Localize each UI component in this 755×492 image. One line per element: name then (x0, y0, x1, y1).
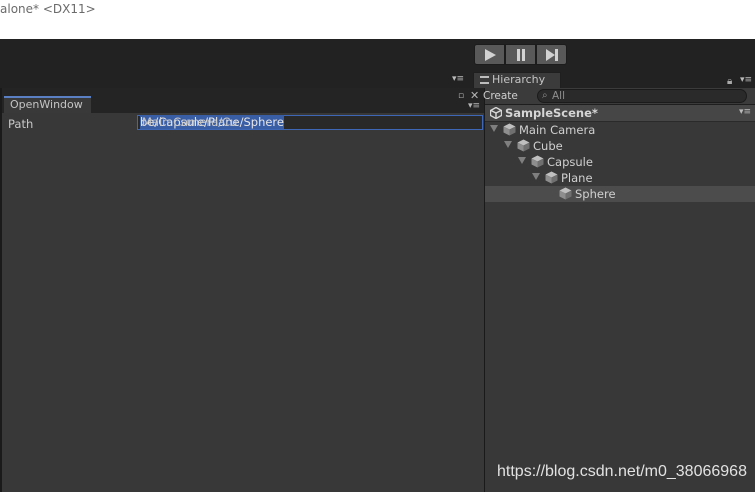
path-label: Path (8, 117, 34, 131)
maximize-icon[interactable]: ▫ (458, 91, 464, 101)
unity-scene-icon (490, 107, 502, 119)
create-dropdown[interactable]: Create (483, 90, 518, 102)
tab-openwindow[interactable]: OpenWindow (4, 96, 91, 113)
hierarchy-item-label: Capsule (547, 155, 593, 169)
gameobject-cube-icon (503, 123, 516, 136)
hierarchy-panel: Hierarchy 🔒︎ ▾≡ Create ⌕ All SampleScene… (473, 72, 755, 492)
expand-arrow-icon[interactable] (532, 173, 540, 180)
gameobject-cube-icon (531, 155, 544, 168)
hierarchy-search-input[interactable]: ⌕ All (537, 89, 747, 103)
hierarchy-item[interactable]: Sphere (485, 186, 755, 202)
watermark: https://blog.csdn.net/m0_38066968 (497, 463, 747, 480)
search-placeholder: All (552, 90, 566, 102)
pause-icon (516, 48, 525, 61)
hierarchy-tree: SampleScene* ▾≡ Main Camera Cube Capsule Pl… (485, 105, 755, 492)
play-button[interactable] (474, 44, 505, 65)
expand-arrow-icon[interactable] (518, 157, 526, 164)
hierarchy-item-label: Main Camera (519, 123, 596, 137)
hierarchy-toolbar: Create ⌕ All (483, 88, 755, 105)
hierarchy-tab-label: Hierarchy (492, 73, 546, 86)
gameobject-cube-icon (559, 187, 572, 200)
path-text-unselected: Main Camera/Cu (142, 115, 238, 129)
hierarchy-item-label: Plane (561, 171, 593, 185)
scene-menu-icon[interactable]: ▾≡ (739, 107, 751, 117)
step-button[interactable] (536, 44, 567, 65)
panel-options-icon[interactable]: ▾≡ (468, 101, 480, 111)
play-icon (484, 48, 496, 61)
hierarchy-item-label: Cube (533, 139, 563, 153)
path-text: Main Camera/Cu be/Capsule/Plane/Sphere (140, 115, 284, 129)
hierarchy-item[interactable]: Capsule (485, 154, 755, 170)
expand-arrow-icon[interactable] (504, 141, 512, 148)
expand-arrow-icon[interactable] (490, 125, 498, 132)
openwindow-content: Path Main Camera/Cu be/Capsule/Plane/Sphe… (2, 113, 484, 492)
window-title: alone* <DX11> (0, 2, 96, 16)
hierarchy-item[interactable]: Cube (485, 138, 755, 154)
openwindow-tabbar: OpenWindow ▫ ✕ ▾≡ (2, 88, 484, 113)
lock-icon[interactable]: 🔒︎ (727, 76, 732, 87)
openwindow-panel: OpenWindow ▫ ✕ ▾≡ Path Main Camera/Cu be/… (0, 88, 484, 492)
gameobject-cube-icon (545, 171, 558, 184)
panel-menu-icon[interactable]: ▾≡ (452, 74, 464, 84)
tab-hierarchy[interactable]: Hierarchy (473, 72, 561, 88)
hierarchy-tab-icon (480, 76, 489, 84)
main-toolbar (0, 39, 755, 72)
gameobject-cube-icon (517, 139, 530, 152)
step-icon (545, 48, 558, 61)
hierarchy-item[interactable]: Main Camera (485, 122, 755, 138)
search-icon: ⌕ (542, 90, 548, 101)
hierarchy-menu-icon[interactable]: ▾≡ (740, 75, 752, 85)
playback-controls (474, 44, 569, 65)
scene-header[interactable]: SampleScene* ▾≡ (485, 105, 755, 122)
pause-button[interactable] (505, 44, 536, 65)
hierarchy-item-label: Sphere (575, 187, 616, 201)
scene-name: SampleScene* (505, 106, 598, 120)
path-text-field[interactable]: Main Camera/Cu be/Capsule/Plane/Sphere (137, 115, 483, 130)
hierarchy-item[interactable]: Plane (485, 170, 755, 186)
window-titlebar: alone* <DX11> (0, 0, 755, 39)
